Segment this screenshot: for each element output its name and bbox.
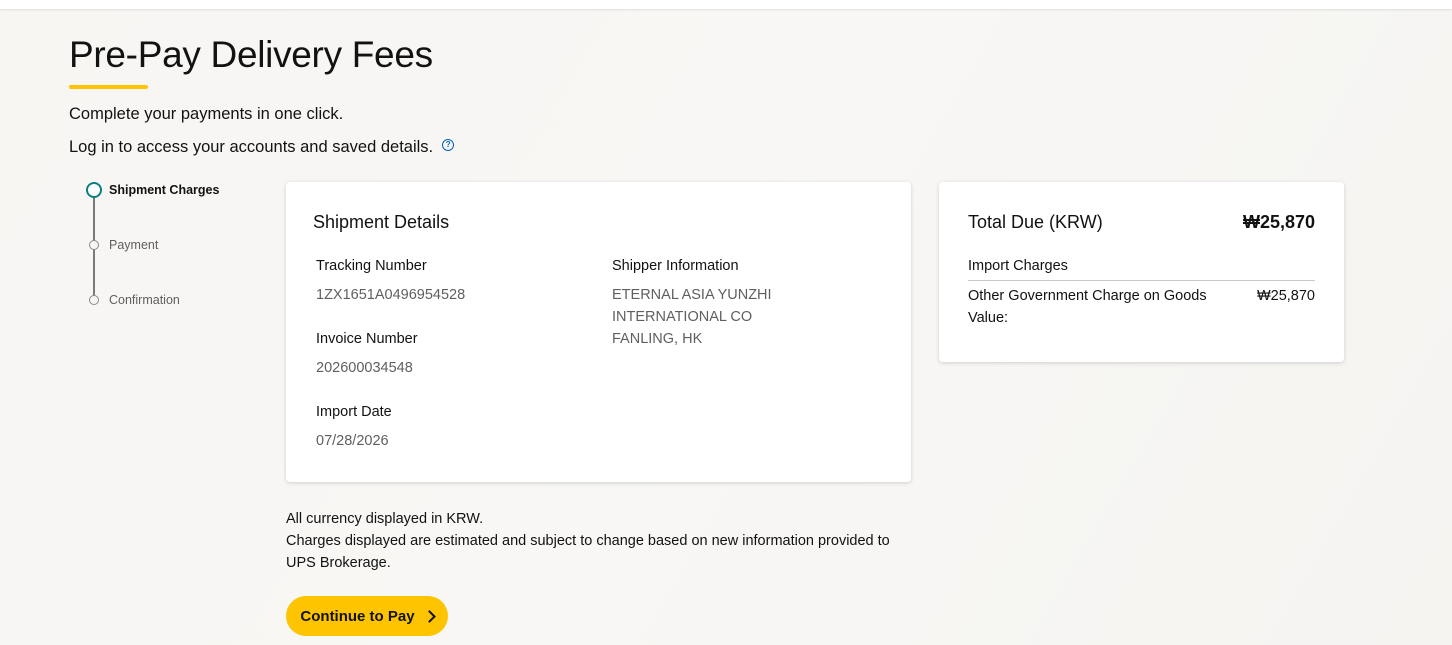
total-due-card: Total Due (KRW) ₩25,870 Import Charges O…: [939, 182, 1344, 362]
intro-text: Complete your payments in one click.: [69, 105, 344, 123]
title-accent-underline: [69, 85, 148, 89]
page-title: Pre-Pay Delivery Fees: [69, 34, 433, 75]
estimate-note: Charges displayed are estimated and subj…: [286, 533, 890, 571]
currency-note: All currency displayed in KRW.: [286, 511, 484, 527]
total-due-amount: ₩25,870: [1242, 212, 1315, 232]
chevron-right-icon: [422, 610, 436, 623]
shipment-details-card: Shipment Details Tracking Number 1ZX1651…: [286, 182, 911, 482]
invoice-number-label: Invoice Number: [316, 331, 418, 347]
tracking-number-value: 1ZX1651A0496954528: [316, 287, 466, 303]
continue-to-pay-button[interactable]: Continue to Pay: [286, 596, 448, 636]
total-due-title: Total Due (KRW): [968, 212, 1103, 232]
question-circle-icon[interactable]: ?: [442, 139, 455, 151]
government-charge-label: Other Government Charge on Goods Value:: [968, 288, 1207, 326]
tracking-number-label: Tracking Number: [316, 258, 427, 274]
step-confirmation: Confirmation: [109, 293, 180, 307]
currency-disclaimer: All currency displayed in KRW. Charges d…: [286, 508, 911, 574]
step-indicator-confirmation: [89, 295, 99, 305]
charges-divider: [968, 280, 1315, 281]
login-prompt-text: Log in to access your accounts and saved…: [69, 138, 434, 156]
shipper-name: ETERNAL ASIA YUNZHI INTERNATIONAL CO: [612, 287, 772, 325]
import-date-value: 07/28/2026: [316, 433, 389, 449]
invoice-number-value: 202600034548: [316, 360, 413, 376]
import-date-label: Import Date: [316, 404, 392, 420]
step-indicator-shipment-charges: [86, 182, 102, 198]
government-charge-value: ₩25,870: [1256, 288, 1315, 304]
import-charges-label: Import Charges: [968, 258, 1068, 274]
top-header-bar: [0, 0, 1452, 9]
step-indicator-payment: [89, 240, 99, 250]
shipper-information-label: Shipper Information: [612, 258, 739, 274]
shipper-information-value: ETERNAL ASIA YUNZHI INTERNATIONAL CO FAN…: [612, 284, 887, 350]
shipper-location: FANLING, HK: [612, 331, 703, 347]
step-payment: Payment: [109, 238, 159, 252]
step-shipment-charges: Shipment Charges: [109, 183, 220, 197]
shipment-details-title: Shipment Details: [313, 212, 450, 232]
continue-to-pay-label: Continue to Pay: [300, 607, 415, 625]
login-prompt: Log in to access your accounts and saved…: [69, 136, 455, 158]
